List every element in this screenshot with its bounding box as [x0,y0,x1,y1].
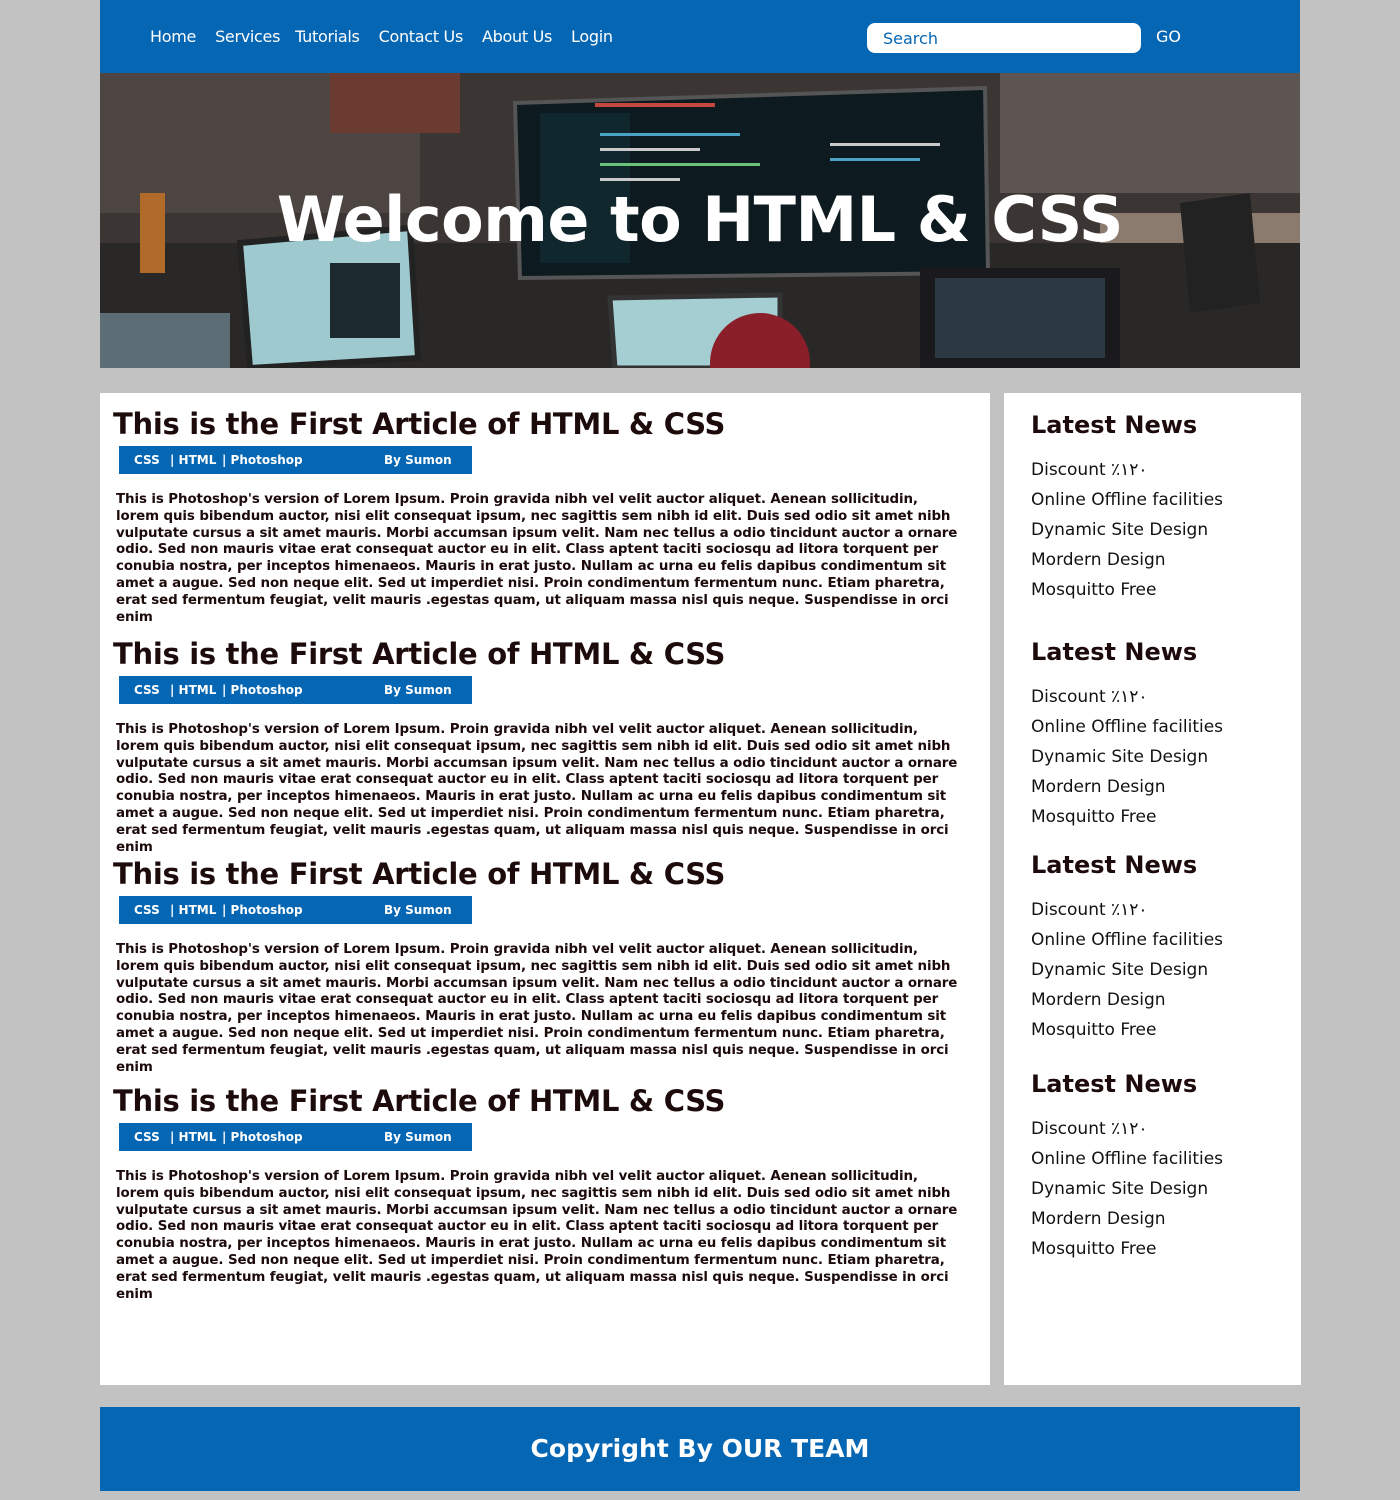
tag-photoshop[interactable]: | Photoshop [222,683,303,697]
sidebar-heading: Latest News [1031,411,1198,439]
article-meta-bar: CSS | HTML | Photoshop By Sumon [119,1123,472,1151]
latest-news-block: Latest News Discount ٪١٢٠ Online Offline… [1031,411,1223,605]
news-item[interactable]: Dynamic Site Design [1031,955,1223,985]
footer-copyright: Copyright By OUR TEAM [530,1434,870,1463]
news-item[interactable]: Mordern Design [1031,772,1223,802]
nav-link-tutorials[interactable]: Tutorials [295,27,360,47]
news-item[interactable]: Mosquitto Free [1031,1015,1223,1045]
news-item[interactable]: Dynamic Site Design [1031,1174,1223,1204]
search-input[interactable] [867,23,1141,53]
footer: Copyright By OUR TEAM [100,1407,1300,1491]
article-meta-bar: CSS | HTML | Photoshop By Sumon [119,446,472,474]
article-title: This is the First Article of HTML & CSS [113,857,726,891]
article-body: This is Photoshop's version of Lorem Ips… [116,1169,958,1302]
latest-news-block: Latest News Discount ٪١٢٠ Online Offline… [1031,638,1223,832]
sidebar-heading: Latest News [1031,638,1198,666]
news-item[interactable]: Mosquitto Free [1031,802,1223,832]
news-item[interactable]: Mordern Design [1031,985,1223,1015]
news-item[interactable]: Online Offline facilities [1031,485,1223,515]
news-item[interactable]: Online Offline facilities [1031,712,1223,742]
article-body: This is Photoshop's version of Lorem Ips… [116,492,958,625]
tag-html[interactable]: | HTML [170,903,216,917]
nav-link-contact-us[interactable]: Contact Us [379,27,464,47]
tag-photoshop[interactable]: | Photoshop [222,453,303,467]
news-item[interactable]: Discount ٪١٢٠ [1031,1114,1223,1144]
article-meta-bar: CSS | HTML | Photoshop By Sumon [119,676,472,704]
news-list: Discount ٪١٢٠ Online Offline facilities … [1031,1114,1223,1264]
tag-css[interactable]: CSS [134,903,160,917]
main-nav: Home Services Tutorials Contact Us About… [150,27,632,47]
sidebar-heading: Latest News [1031,1070,1198,1098]
article-author: By Sumon [384,453,452,467]
news-item[interactable]: Mordern Design [1031,545,1223,575]
article-title: This is the First Article of HTML & CSS [113,407,726,441]
nav-link-home[interactable]: Home [150,27,196,47]
news-list: Discount ٪١٢٠ Online Offline facilities … [1031,895,1223,1045]
tag-html[interactable]: | HTML [170,683,216,697]
article-card: This is the First Article of HTML & CSS … [112,407,972,626]
latest-news-block: Latest News Discount ٪١٢٠ Online Offline… [1031,1070,1223,1264]
article-title: This is the First Article of HTML & CSS [113,1084,726,1118]
tag-css[interactable]: CSS [134,453,160,467]
news-item[interactable]: Dynamic Site Design [1031,742,1223,772]
page-wrapper: Home Services Tutorials Contact Us About… [100,0,1301,1500]
article-author: By Sumon [384,683,452,697]
article-author: By Sumon [384,903,452,917]
tag-html[interactable]: | HTML [170,453,216,467]
news-item[interactable]: Mosquitto Free [1031,1234,1223,1264]
hero-banner: Welcome to HTML & CSS [100,73,1300,368]
tag-photoshop[interactable]: | Photoshop [222,903,303,917]
article-meta-bar: CSS | HTML | Photoshop By Sumon [119,896,472,924]
news-item[interactable]: Dynamic Site Design [1031,515,1223,545]
nav-link-login[interactable]: Login [571,27,613,47]
articles-column: This is the First Article of HTML & CSS … [100,393,990,1385]
article-author: By Sumon [384,1130,452,1144]
tag-css[interactable]: CSS [134,683,160,697]
news-list: Discount ٪١٢٠ Online Offline facilities … [1031,455,1223,605]
tag-html[interactable]: | HTML [170,1130,216,1144]
news-item[interactable]: Discount ٪١٢٠ [1031,455,1223,485]
news-item[interactable]: Online Offline facilities [1031,925,1223,955]
news-item[interactable]: Discount ٪١٢٠ [1031,895,1223,925]
article-card: This is the First Article of HTML & CSS … [112,637,972,856]
tag-photoshop[interactable]: | Photoshop [222,1130,303,1144]
news-item[interactable]: Discount ٪١٢٠ [1031,682,1223,712]
article-body: This is Photoshop's version of Lorem Ips… [116,722,958,855]
tag-css[interactable]: CSS [134,1130,160,1144]
news-item[interactable]: Mosquitto Free [1031,575,1223,605]
nav-link-services[interactable]: Services [215,27,280,47]
article-card: This is the First Article of HTML & CSS … [112,1084,972,1303]
hero-title: Welcome to HTML & CSS [276,183,1124,256]
go-button[interactable]: GO [1156,27,1181,47]
news-item[interactable]: Mordern Design [1031,1204,1223,1234]
sidebar: Latest News Discount ٪١٢٠ Online Offline… [1004,393,1301,1385]
article-card: This is the First Article of HTML & CSS … [112,857,972,1076]
news-item[interactable]: Online Offline facilities [1031,1144,1223,1174]
latest-news-block: Latest News Discount ٪١٢٠ Online Offline… [1031,851,1223,1045]
top-navbar: Home Services Tutorials Contact Us About… [100,0,1300,73]
article-body: This is Photoshop's version of Lorem Ips… [116,942,958,1075]
article-title: This is the First Article of HTML & CSS [113,637,726,671]
nav-link-about-us[interactable]: About Us [482,27,552,47]
news-list: Discount ٪١٢٠ Online Offline facilities … [1031,682,1223,832]
sidebar-heading: Latest News [1031,851,1198,879]
